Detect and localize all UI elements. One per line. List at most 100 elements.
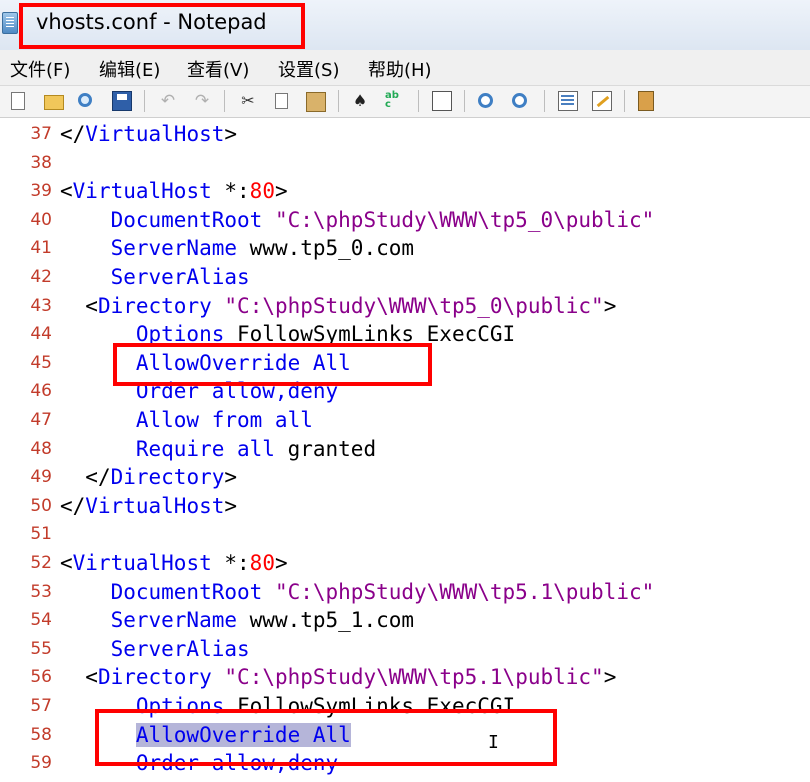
- line-number: 45: [30, 352, 52, 373]
- code-line[interactable]: 54 ServerName www.tp5_1.com: [0, 606, 810, 635]
- code-token: Order allow,deny: [135, 379, 339, 404]
- code-line[interactable]: 47 Allow from all: [0, 406, 810, 435]
- zoom-in-icon[interactable]: [478, 93, 493, 108]
- text-editor[interactable]: 37 </VirtualHost> 38 39 <VirtualHost *:80> 40…: [0, 118, 810, 782]
- code-text[interactable]: <VirtualHost *:80>: [60, 549, 288, 578]
- code-line[interactable]: 58 AllowOverride All: [0, 721, 810, 750]
- code-line[interactable]: 40 DocumentRoot "C:\phpStudy\WWW\tp5_0\p…: [0, 206, 810, 235]
- code-token: </: [60, 122, 86, 146]
- code-line[interactable]: 41 ServerName www.tp5_0.com: [0, 234, 810, 263]
- code-token: FollowSymLinks ExecCGI: [224, 322, 516, 347]
- code-token: ServerName: [110, 236, 238, 261]
- code-text[interactable]: DocumentRoot "C:\phpStudy\WWW\tp5_0\publ…: [60, 206, 655, 235]
- line-number: 51: [30, 524, 52, 545]
- code-token: granted: [274, 436, 377, 461]
- find-icon[interactable]: ♠: [350, 91, 370, 111]
- code-token: >: [603, 665, 617, 690]
- code-line[interactable]: 59 Order allow,deny: [0, 749, 810, 778]
- code-text[interactable]: Options FollowSymLinks ExecCGI: [60, 320, 515, 349]
- code-text[interactable]: AllowOverride All: [60, 349, 351, 378]
- code-line[interactable]: 42 ServerAlias: [0, 263, 810, 292]
- line-number: 48: [30, 438, 52, 459]
- code-line[interactable]: 45 AllowOverride All: [0, 349, 810, 378]
- notepad-app-icon[interactable]: [2, 12, 18, 34]
- code-line[interactable]: 53 DocumentRoot "C:\phpStudy\WWW\tp5.1\p…: [0, 578, 810, 607]
- code-line[interactable]: 49 </Directory>: [0, 463, 810, 492]
- code-token: Allow from all: [135, 408, 313, 432]
- code-line[interactable]: 55 ServerAlias: [0, 635, 810, 664]
- copy-icon[interactable]: [275, 93, 288, 109]
- save-icon[interactable]: [112, 91, 132, 111]
- code-token: >: [224, 122, 238, 146]
- code-text[interactable]: Allow from all: [60, 406, 313, 435]
- zoom-out-icon[interactable]: [512, 93, 527, 108]
- menu-bar: 文件(F) 编辑(E) 查看(V) 设置(S) 帮助(H): [0, 50, 810, 86]
- code-token: *:: [211, 179, 250, 204]
- menu-file[interactable]: 文件(F): [10, 56, 70, 82]
- code-line[interactable]: 48 Require all granted: [0, 435, 810, 464]
- menu-settings[interactable]: 设置(S): [278, 56, 339, 82]
- line-number: 59: [30, 753, 52, 774]
- menu-edit[interactable]: 编辑(E): [99, 56, 160, 82]
- code-text[interactable]: ServerName www.tp5_0.com: [60, 234, 414, 263]
- word-wrap-icon[interactable]: [432, 91, 452, 111]
- line-numbers-icon[interactable]: [558, 91, 578, 111]
- menu-help[interactable]: 帮助(H): [368, 56, 432, 82]
- code-text[interactable]: </Directory>: [60, 463, 237, 492]
- line-number: 52: [30, 553, 52, 573]
- spellcheck-icon[interactable]: ab c: [385, 91, 405, 111]
- code-token: www.tp5_0.com: [237, 236, 415, 261]
- selected-text: AllowOverride All: [135, 722, 351, 747]
- code-token: 80: [249, 179, 275, 204]
- code-token: <: [60, 179, 73, 204]
- code-text[interactable]: Require all granted: [60, 435, 376, 464]
- title-bar: vhosts.conf - Notepad: [0, 0, 810, 50]
- undo-icon[interactable]: ↶: [158, 91, 178, 111]
- code-line[interactable]: 57 Options FollowSymLinks ExecCGI: [0, 692, 810, 721]
- code-line[interactable]: 44 Options FollowSymLinks ExecCGI: [0, 320, 810, 349]
- code-line[interactable]: 43 <Directory "C:\phpStudy\WWW\tp5_0\pub…: [0, 292, 810, 321]
- code-text[interactable]: <Directory "C:\phpStudy\WWW\tp5_0\public…: [60, 292, 616, 321]
- code-text[interactable]: ServerAlias: [60, 263, 250, 292]
- code-text[interactable]: Order allow,deny: [60, 749, 338, 778]
- find-in-files-icon[interactable]: [78, 93, 92, 107]
- redo-icon[interactable]: ↷: [192, 91, 212, 111]
- code-token: "C:\phpStudy\WWW\tp5_0\public": [224, 293, 604, 318]
- code-line[interactable]: 38: [0, 149, 810, 178]
- code-line[interactable]: 52 <VirtualHost *:80>: [0, 549, 810, 578]
- edit-icon[interactable]: [592, 91, 612, 111]
- toolbar-separator: [464, 90, 465, 112]
- code-line[interactable]: 51: [0, 520, 810, 549]
- code-text[interactable]: Order allow,deny: [60, 377, 338, 406]
- exit-icon[interactable]: [638, 91, 654, 111]
- paste-icon[interactable]: [306, 92, 326, 112]
- code-text[interactable]: <Directory "C:\phpStudy\WWW\tp5.1\public…: [60, 663, 616, 692]
- code-text[interactable]: Options FollowSymLinks ExecCGI: [60, 692, 515, 721]
- code-text[interactable]: ServerName www.tp5_1.com: [60, 606, 414, 635]
- code-token: Order allow,deny: [135, 751, 339, 776]
- code-text[interactable]: DocumentRoot "C:\phpStudy\WWW\tp5.1\publ…: [60, 578, 655, 607]
- code-token: DocumentRoot: [110, 579, 263, 604]
- window-title: vhosts.conf - Notepad: [36, 10, 267, 34]
- code-text[interactable]: AllowOverride All: [60, 721, 351, 750]
- code-line[interactable]: 37 </VirtualHost>: [0, 120, 810, 149]
- code-text[interactable]: ServerAlias: [60, 635, 250, 664]
- code-line[interactable]: 46 Order allow,deny: [0, 377, 810, 406]
- code-line[interactable]: 56 <Directory "C:\phpStudy\WWW\tp5.1\pub…: [0, 663, 810, 692]
- menu-view[interactable]: 查看(V): [187, 56, 249, 82]
- cut-icon[interactable]: ✂: [238, 91, 258, 111]
- code-text[interactable]: <VirtualHost *:80>: [60, 177, 288, 206]
- toolbar-separator: [624, 90, 625, 112]
- code-line[interactable]: 39 <VirtualHost *:80>: [0, 177, 810, 206]
- open-folder-icon[interactable]: [44, 95, 64, 110]
- code-text[interactable]: </VirtualHost>: [60, 120, 237, 149]
- code-text[interactable]: </VirtualHost>: [60, 492, 237, 521]
- code-line[interactable]: 50 </VirtualHost>: [0, 492, 810, 521]
- code-token: FollowSymLinks ExecCGI: [224, 694, 516, 718]
- new-file-icon[interactable]: [11, 92, 25, 110]
- line-number: 44: [30, 324, 52, 345]
